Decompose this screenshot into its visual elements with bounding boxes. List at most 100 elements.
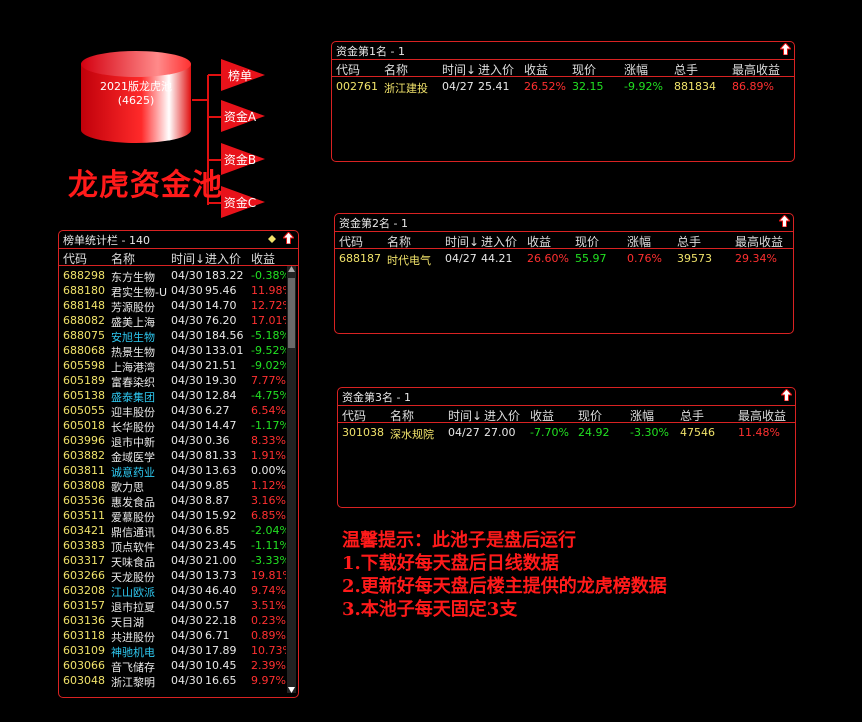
column-header[interactable]: 代码	[339, 233, 363, 250]
list-item[interactable]: 603118 共进股份 04/30 6.71 0.89%	[59, 629, 286, 644]
list-cell: 6.71	[205, 629, 230, 642]
list-cell: 603996	[63, 434, 105, 447]
list-cell: 12.84	[205, 389, 237, 402]
fund-panel-1[interactable]: 资金第1名 - 1 代码 名称 时间↓ 进入价 收益 现价 涨幅 总手 最高收益 002761 浙江建…	[331, 41, 795, 162]
list-item[interactable]: 688068 热景生物 04/30133.01 -9.52%	[59, 344, 286, 359]
column-header[interactable]: 涨幅	[627, 233, 651, 250]
list-cell: 603882	[63, 449, 105, 462]
column-header[interactable]: 名称	[387, 233, 411, 250]
table-row[interactable]: 688187 时代电气 04/27 44.21 26.60% 55.97 0.76% 3957…	[335, 252, 793, 267]
column-header[interactable]: 名称	[384, 61, 408, 78]
list-cell: 7.77%	[251, 374, 286, 387]
column-header[interactable]: 进入价	[484, 407, 520, 424]
list-item[interactable]: 603208 江山欧派 04/30 46.40 9.74%	[59, 584, 286, 599]
column-header[interactable]: 收益	[251, 250, 275, 267]
column-header[interactable]: 时间↓	[442, 61, 476, 78]
list-cell: 10.73%	[251, 644, 286, 657]
fund-panel-3[interactable]: 资金第3名 - 1 代码 名称 时间↓ 进入价 收益 现价 涨幅 总手 最高收益 301038 深水规…	[337, 387, 796, 508]
column-header[interactable]: 时间↓	[171, 250, 205, 267]
list-item[interactable]: 603066 音飞储存 04/30 10.45 2.39%	[59, 659, 286, 674]
pool-cylinder[interactable]: 2021版龙虎池 (4625)	[80, 50, 192, 144]
diamond-icon[interactable]	[268, 235, 276, 243]
list-item[interactable]: 603383 顶点软件 04/3023.45 -1.11%	[59, 539, 286, 554]
list-item[interactable]: 603136 天目湖 04/30 22.18 0.23%	[59, 614, 286, 629]
list-item[interactable]: 605189 富春染织 04/30 19.30 7.77%	[59, 374, 286, 389]
list-item[interactable]: 603317 天味食品 04/3021.00 -3.33%	[59, 554, 286, 569]
up-arrow-icon[interactable]	[781, 389, 792, 401]
column-header[interactable]: 现价	[578, 407, 602, 424]
column-header[interactable]: 进入价	[481, 233, 517, 250]
arrow-button-list[interactable]: 榜单	[221, 59, 265, 91]
list-cell: 共进股份	[111, 631, 155, 644]
column-header[interactable]: 最高收益	[732, 61, 780, 78]
arrow-button-fund-c[interactable]: 资金C	[221, 186, 265, 218]
list-cell: 603511	[63, 509, 105, 522]
scroll-up-icon[interactable]	[288, 266, 295, 272]
list-cell: -9.52%	[251, 344, 286, 357]
list-cell: 天龙股份	[111, 571, 155, 584]
tip-line-3: 2.更新好每天盘后楼主提供的龙虎榜数据	[342, 576, 667, 597]
column-header[interactable]: 总手	[680, 407, 704, 424]
column-header[interactable]: 代码	[63, 250, 87, 267]
table-row[interactable]: 002761 浙江建投 04/27 25.41 26.52% 32.15 -9.92% 881…	[332, 80, 794, 95]
list-item[interactable]: 688075 安旭生物 04/30184.56 -5.18%	[59, 329, 286, 344]
list-item[interactable]: 605598 上海港湾 04/3021.51 -9.02%	[59, 359, 286, 374]
scrollbar[interactable]	[287, 266, 296, 693]
column-header[interactable]: 现价	[572, 61, 596, 78]
panel-title: 资金第1名 - 1	[336, 45, 405, 58]
list-cell: 603536	[63, 494, 105, 507]
column-header[interactable]: 收益	[530, 407, 554, 424]
list-item[interactable]: 603109 神驰机电 04/3017.89 10.73%	[59, 644, 286, 659]
list-item[interactable]: 603511 爱慕股份 04/30 15.92 6.85%	[59, 509, 286, 524]
list-item[interactable]: 603048 浙江黎明 04/30 16.65 9.97%	[59, 674, 286, 689]
fund-panel-2[interactable]: 资金第2名 - 1 代码 名称 时间↓ 进入价 收益 现价 涨幅 总手 最高收益 688187 时代电…	[334, 213, 794, 334]
column-header[interactable]: 现价	[575, 233, 599, 250]
list-item[interactable]: 603157 退市拉夏 04/30 0.57 3.51%	[59, 599, 286, 614]
list-panel[interactable]: 榜单统计栏 - 140 代码 名称 时间↓ 进入价 收益 688298 东方生物 04/30…	[58, 230, 299, 698]
list-item[interactable]: 603882 金域医学 04/30 81.33 1.91%	[59, 449, 286, 464]
column-header[interactable]: 收益	[524, 61, 548, 78]
list-item[interactable]: 603536 惠发食品 04/30 8.87 3.16%	[59, 494, 286, 509]
list-cell: 8.33%	[251, 434, 286, 447]
list-item[interactable]: 603266 天龙股份 04/3013.73 19.81%	[59, 569, 286, 584]
up-arrow-icon[interactable]	[283, 232, 294, 244]
list-item[interactable]: 688082 盛美上海 04/3076.20 17.01%	[59, 314, 286, 329]
column-header[interactable]: 收益	[527, 233, 551, 250]
column-header[interactable]: 名称	[390, 407, 414, 424]
up-arrow-icon[interactable]	[779, 215, 790, 227]
list-item[interactable]: 688298 东方生物 04/30183.22 -0.38%	[59, 269, 286, 284]
list-cell: 04/30	[171, 299, 203, 312]
table-row[interactable]: 301038 深水规院 04/27 27.00 -7.70% 24.92 -3.30% 475…	[338, 426, 795, 441]
list-item[interactable]: 603808 歌力思 04/30 9.85 1.12%	[59, 479, 286, 494]
list-item[interactable]: 605018 长华股份 04/3014.47 -1.17%	[59, 419, 286, 434]
column-header[interactable]: 进入价	[205, 250, 241, 267]
arrow-button-fund-a[interactable]: 资金A	[221, 100, 265, 132]
column-header[interactable]: 时间↓	[448, 407, 482, 424]
list-cell: 天目湖	[111, 616, 144, 629]
arrow-button-fund-b[interactable]: 资金B	[221, 143, 265, 175]
column-header[interactable]: 涨幅	[624, 61, 648, 78]
list-item[interactable]: 603421 鼎信通讯 04/306.85 -2.04%	[59, 524, 286, 539]
column-header[interactable]: 涨幅	[630, 407, 654, 424]
column-header[interactable]: 最高收益	[735, 233, 783, 250]
column-header[interactable]: 最高收益	[738, 407, 786, 424]
up-arrow-icon[interactable]	[780, 43, 791, 55]
list-item[interactable]: 603996 退市中新 04/30 0.36 8.33%	[59, 434, 286, 449]
list-item[interactable]: 605138 盛泰集团 04/3012.84 -4.75%	[59, 389, 286, 404]
column-header[interactable]: 时间↓	[445, 233, 479, 250]
list-item[interactable]: 688148 芳源股份 04/3014.70 12.72%	[59, 299, 286, 314]
column-header[interactable]: 进入价	[478, 61, 514, 78]
list-cell: 神驰机电	[111, 646, 155, 659]
list-cell: 19.81%	[251, 569, 286, 582]
column-header[interactable]: 代码	[336, 61, 360, 78]
column-header[interactable]: 总手	[677, 233, 701, 250]
column-header[interactable]: 名称	[111, 250, 135, 267]
column-header[interactable]: 代码	[342, 407, 366, 424]
list-item[interactable]: 605055 迎丰股份 04/30 6.27 6.54%	[59, 404, 286, 419]
list-item[interactable]: 688180 君实生物-U04/3095.46 11.98%	[59, 284, 286, 299]
scrollbar-thumb[interactable]	[288, 278, 295, 348]
column-header[interactable]: 总手	[674, 61, 698, 78]
table-cell: 55.97	[575, 252, 607, 265]
scroll-down-icon[interactable]	[288, 687, 295, 693]
list-item[interactable]: 603811 诚意药业 04/30 13.63 0.00%	[59, 464, 286, 479]
